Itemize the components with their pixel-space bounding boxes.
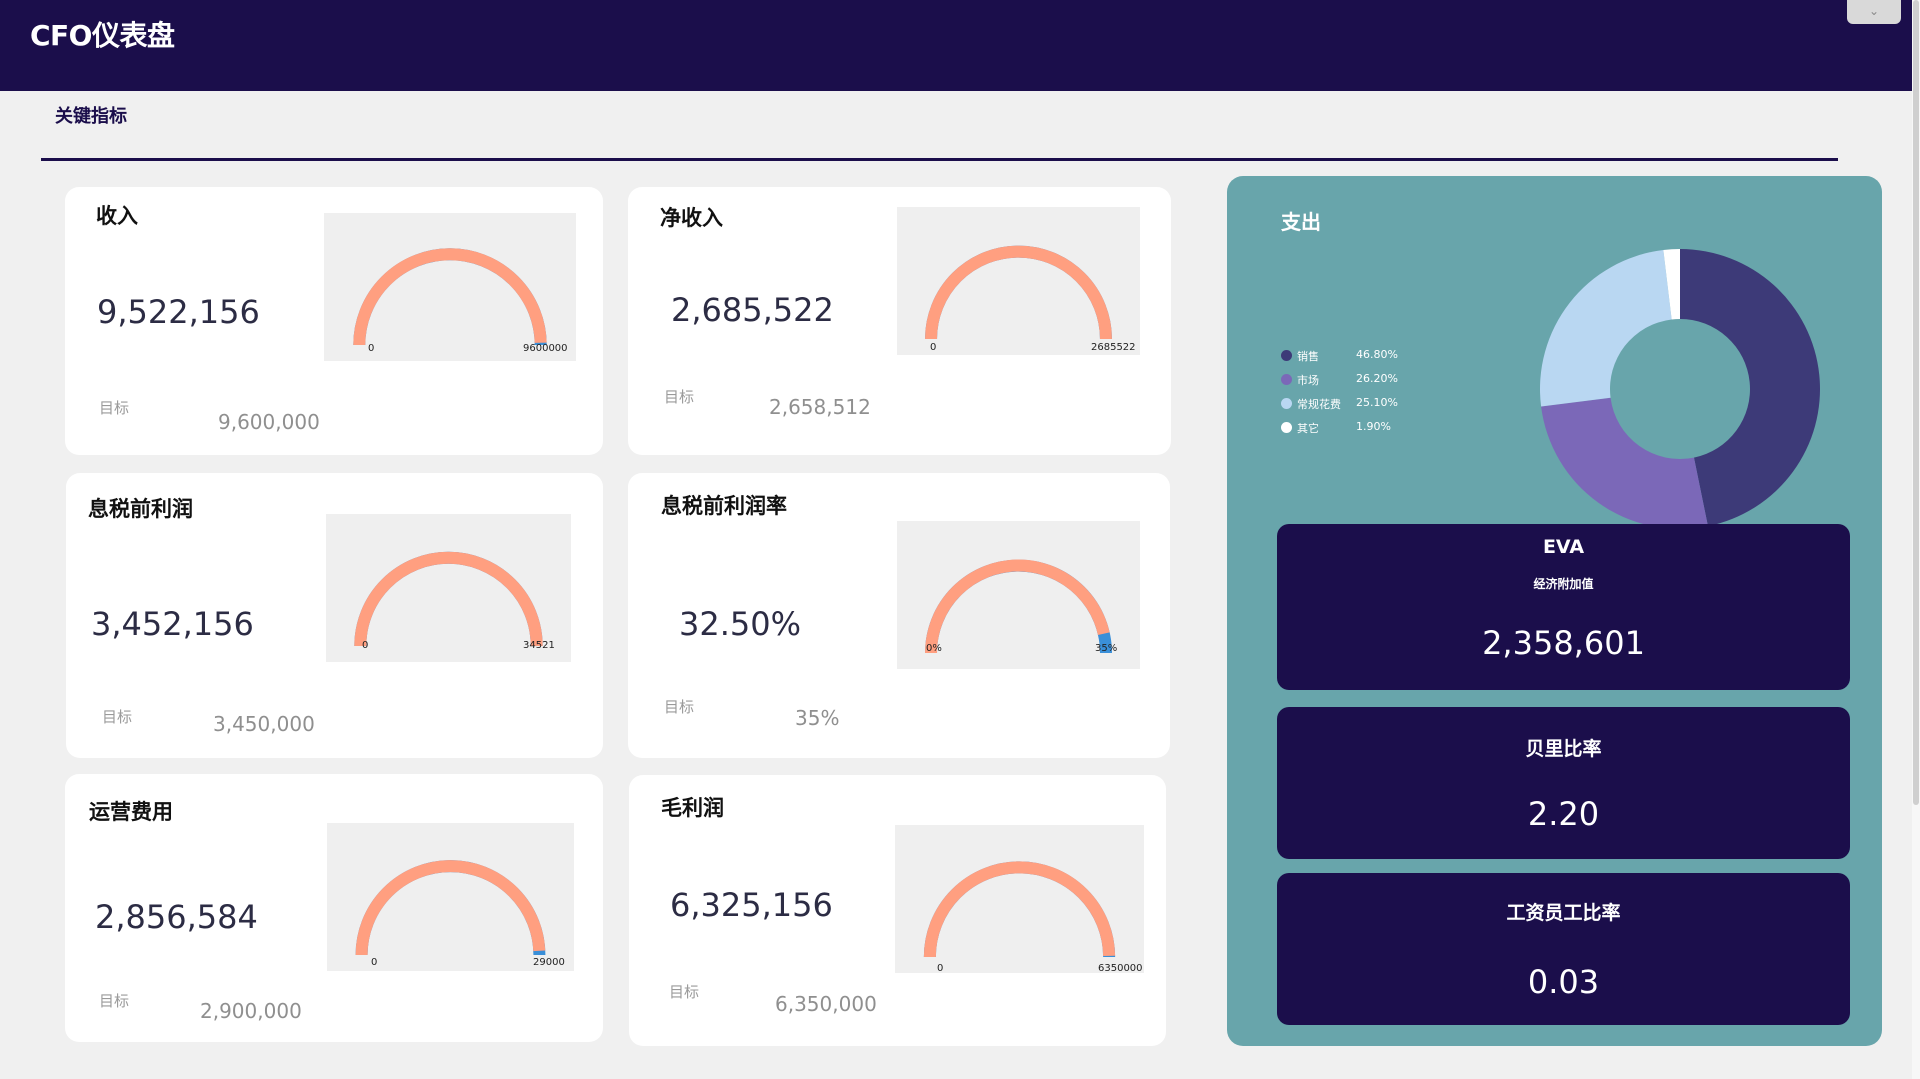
legend-label: 其它 [1297,422,1319,435]
section-title: 关键指标 [55,106,127,127]
gauge-fill [923,861,1116,958]
kpi-title: 工资员工比率 [1506,902,1621,924]
card-value: 9,522,156 [97,293,260,331]
card-title: 息税前利润率 [661,494,787,518]
gauge-fill [925,245,1112,340]
gauge-min-label: 0 [368,343,375,354]
gauge-min-label: 0 [930,342,937,353]
card-value: 2,856,584 [95,898,258,936]
card-title: 净收入 [660,206,723,230]
gauge-chart: 0 6350000 [895,825,1144,974]
legend-percent: 25.10% [1356,396,1398,409]
ebit-card: 息税前利润 3,452,156 目标 3,450,000 0 34521 [66,473,603,758]
donut-slice-2[interactable] [1540,249,1672,407]
card-title: 息税前利润 [88,497,193,521]
ebit-margin-card: 息税前利润率 32.50% 目标 35% 0% 35% [628,473,1170,758]
section-divider [41,158,1838,161]
gauge-track [923,861,1116,958]
legend-item[interactable]: 其它 1.90% [1281,418,1421,442]
gauge-max-label: 35% [1095,643,1118,654]
legend-label: 市场 [1297,374,1319,387]
card-value: 6,325,156 [670,886,833,924]
card-value: 32.50% [679,605,802,643]
gauge-min-label: 0 [937,963,944,974]
gauge-max-label: 6350000 [1098,963,1143,974]
target-label: 目标 [99,992,130,1010]
top-header-bar: CFO仪表盘 [0,0,1912,91]
berry-ratio-card: 贝里比率 2.20 [1277,707,1850,859]
legend-percent: 46.80% [1356,348,1398,361]
gauge-min-label: 0% [926,643,942,654]
gauge-track [354,551,543,647]
target-value: 35% [795,706,840,730]
kpi-title: 贝里比率 [1525,738,1602,760]
gauge-max-label: 9600000 [523,343,568,354]
expense-legend: 销售 46.80% 市场 26.20% 常规花费 25.10% 其它 1.90% [1281,346,1421,442]
gauge-chart: 0 34521 [326,514,571,662]
target-value: 3,450,000 [213,712,315,736]
legend-percent: 1.90% [1356,420,1391,433]
gauge-max-label: 2685522 [1091,342,1136,353]
card-value: 2,685,522 [671,291,834,329]
operating-expense-card: 运营费用 2,856,584 目标 2,900,000 0 29000 [65,774,603,1042]
kpi-value: 2.20 [1527,795,1600,833]
gauge-track [355,860,546,956]
scrollbar-thumb[interactable] [1913,0,1919,805]
gauge-track [353,248,547,346]
legend-label: 销售 [1297,350,1319,363]
header-dropdown-button[interactable]: ⌄ [1847,0,1901,24]
gauge-chart: 0 9600000 [324,213,576,361]
legend-dot [1281,422,1292,433]
gauge-max-label: 34521 [523,640,555,651]
gauge-chart: 0% 35% [897,521,1140,669]
target-value: 9,600,000 [218,410,320,434]
gross-profit-card: 毛利润 6,325,156 目标 6,350,000 0 6350000 [629,775,1166,1046]
kpi-value: 2,358,601 [1482,624,1645,662]
gauge-fill [354,551,543,647]
gauge-max-label: 29000 [533,957,565,968]
target-value: 6,350,000 [775,992,877,1016]
target-label: 目标 [102,708,133,726]
card-value: 3,452,156 [91,605,254,643]
expense-title: 支出 [1281,210,1321,234]
card-title: 毛利润 [661,796,724,820]
eva-card: EVA 经济附加值 2,358,601 [1277,524,1850,690]
target-label: 目标 [669,983,700,1001]
legend-dot [1281,350,1292,361]
legend-dot [1281,398,1292,409]
target-label: 目标 [664,698,695,716]
gauge-chart: 0 29000 [327,823,574,971]
card-title: 运营费用 [89,800,173,824]
donut-slice-0[interactable] [1680,249,1820,527]
donut-slice-1[interactable] [1541,397,1708,529]
app-title: CFO仪表盘 [30,19,175,52]
legend-item[interactable]: 销售 46.80% [1281,346,1421,370]
target-label: 目标 [99,399,130,417]
gauge-track [925,559,1112,654]
gauge-fill [355,860,546,956]
legend-label: 常规花费 [1297,398,1341,411]
card-title: 收入 [96,204,138,228]
chevron-down-icon: ⌄ [1868,4,1880,18]
target-label: 目标 [664,388,695,406]
kpi-value: 0.03 [1527,963,1600,1001]
gauge-fill [925,559,1110,654]
legend-dot [1281,374,1292,385]
gauge-min-label: 0 [362,640,369,651]
kpi-title: EVA [1542,536,1585,558]
gauge-fill [353,248,547,346]
legend-item[interactable]: 常规花费 25.10% [1281,394,1421,418]
gauge-min-label: 0 [371,957,378,968]
gauge-chart: 0 2685522 [897,207,1140,355]
legend-percent: 26.20% [1356,372,1398,385]
gauge-track [925,245,1112,340]
payroll-ratio-card: 工资员工比率 0.03 [1277,873,1850,1025]
legend-item[interactable]: 市场 26.20% [1281,370,1421,394]
target-value: 2,900,000 [200,999,302,1023]
net-income-card: 净收入 2,685,522 目标 2,658,512 0 2685522 [628,187,1171,455]
expense-donut-chart [1540,249,1820,529]
kpi-subtitle: 经济附加值 [1533,577,1594,591]
revenue-card: 收入 9,522,156 目标 9,600,000 0 9600000 [65,187,603,455]
target-value: 2,658,512 [769,395,871,419]
